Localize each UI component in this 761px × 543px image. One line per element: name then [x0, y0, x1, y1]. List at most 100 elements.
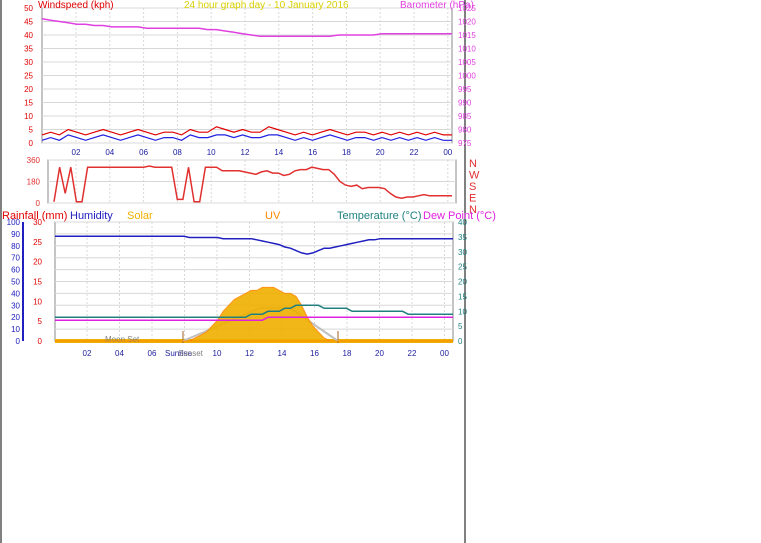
moon-set-label: Moon Set — [105, 335, 140, 344]
temperature-tick-label: 15 — [458, 292, 467, 301]
panel3-humidity-ticks: 0 10 20 30 40 50 60 70 80 90 100 — [7, 218, 24, 346]
sunset-label: Sunset — [178, 349, 204, 358]
humidity-tick-label: 10 — [11, 325, 20, 334]
time-tick-label: 20 — [376, 148, 385, 157]
windspeed-tick-label: 40 — [24, 31, 33, 40]
temperature-tick-label: 30 — [458, 248, 467, 257]
windspeed-tick-label: 20 — [24, 85, 33, 94]
barometer-tick-label: 995 — [458, 85, 472, 94]
weather-graph-canvas: Windspeed (kph) 24 hour graph day - 10 J… — [0, 0, 496, 543]
time-tick-label: 10 — [213, 349, 222, 358]
time-tick-label: 18 — [343, 349, 352, 358]
panel-temp-humidity: Rainfall (mm) Humidity Solar UV Temperat… — [2, 210, 496, 358]
barometer-tick-label: 1020 — [458, 18, 476, 27]
humidity-tick-label: 50 — [11, 278, 20, 287]
compass-label: N — [469, 158, 477, 170]
barometer-tick-label: 980 — [458, 126, 472, 135]
panel-wind-direction: 0180360 NWSEN — [27, 156, 480, 216]
panel2-compass-labels: NWSEN — [469, 158, 480, 216]
temperature-label: Temperature (°C) — [337, 210, 421, 222]
time-tick-label: 22 — [410, 148, 419, 157]
time-tick-label: 14 — [274, 148, 283, 157]
temperature-tick-label: 25 — [458, 263, 467, 272]
windspeed-tick-label: 30 — [24, 58, 33, 67]
temperature-tick-label: 20 — [458, 278, 467, 287]
humidity-label: Humidity — [70, 210, 113, 222]
humidity-tick-label: 60 — [11, 266, 20, 275]
time-tick-label: 12 — [245, 349, 254, 358]
humidity-tick-label: 80 — [11, 242, 20, 251]
panel3-rainfall-ticks: 0 5 10 15 20 25 30 — [33, 218, 42, 346]
barometer-tick-label: 1025 — [458, 4, 476, 13]
windspeed-tick-label: 35 — [24, 45, 33, 54]
direction-tick-label: 360 — [27, 156, 41, 165]
rainfall-tick-label: 5 — [38, 317, 43, 326]
time-tick-label: 16 — [308, 148, 317, 157]
rainfall-tick-label: 20 — [33, 258, 42, 267]
time-tick-label: 20 — [375, 349, 384, 358]
temperature-tick-label: 35 — [458, 233, 467, 242]
time-tick-label: 06 — [139, 148, 148, 157]
windspeed-tick-label: 15 — [24, 99, 33, 108]
barometer-tick-label: 1015 — [458, 31, 476, 40]
time-tick-label: 18 — [342, 148, 351, 157]
barometer-tick-label: 1005 — [458, 58, 476, 67]
barometer-tick-label: 975 — [458, 139, 472, 148]
panel1-barometer-ticks: 975 980 985 990 995 1000 1005 1010 1015 1020 1025 — [458, 4, 476, 148]
barometer-tick-label: 985 — [458, 112, 472, 121]
humidity-tick-label: 40 — [11, 289, 20, 298]
direction-tick-label: 0 — [36, 199, 41, 208]
time-tick-label: 08 — [173, 148, 182, 157]
compass-label: S — [469, 181, 476, 193]
uv-label: UV — [265, 210, 281, 222]
windspeed-tick-label: 10 — [24, 112, 33, 121]
time-tick-label: 00 — [443, 148, 452, 157]
time-tick-label: 00 — [440, 349, 449, 358]
rainfall-tick-label: 25 — [33, 238, 42, 247]
rainfall-tick-label: 10 — [33, 297, 42, 306]
compass-label: W — [469, 170, 480, 182]
panel-wind-baro: Windspeed (kph) 24 hour graph day - 10 J… — [24, 0, 476, 157]
panel3-temperature-ticks: 0 5 10 15 20 25 30 35 40 — [458, 218, 467, 346]
time-tick-label: 16 — [310, 349, 319, 358]
solar-label: Solar — [127, 210, 153, 222]
rainfall-tick-label: 0 — [38, 337, 43, 346]
humidity-tick-label: 100 — [7, 218, 21, 227]
windspeed-tick-label: 25 — [24, 72, 33, 81]
windspeed-axis-label: Windspeed (kph) — [38, 0, 114, 11]
humidity-tick-label: 20 — [11, 313, 20, 322]
panel2-direction-ticks: 0 180 360 — [27, 156, 41, 208]
rainfall-tick-label: 15 — [33, 278, 42, 287]
temperature-tick-label: 5 — [458, 322, 463, 331]
barometer-tick-label: 1000 — [458, 72, 476, 81]
panel3-time-ticks: 02 04 06 10 12 14 16 18 20 22 00 — [83, 349, 450, 358]
windspeed-tick-label: 45 — [24, 18, 33, 27]
barometer-tick-label: 1010 — [458, 45, 476, 54]
time-tick-label: 12 — [241, 148, 250, 157]
time-tick-label: 02 — [83, 349, 92, 358]
panel1-time-ticks: 02 04 06 08 10 12 14 16 18 20 22 00 — [72, 148, 453, 157]
temperature-tick-label: 0 — [458, 337, 463, 346]
temperature-tick-label: 40 — [458, 218, 467, 227]
rainfall-tick-label: 30 — [33, 218, 42, 227]
chart-title: 24 hour graph day - 10 January 2016 — [184, 0, 349, 11]
time-tick-label: 06 — [148, 349, 157, 358]
windspeed-tick-label: 0 — [29, 139, 34, 148]
time-tick-label: 04 — [115, 349, 124, 358]
humidity-tick-label: 70 — [11, 254, 20, 263]
compass-label: E — [469, 193, 476, 205]
temperature-tick-label: 10 — [458, 307, 467, 316]
windspeed-tick-label: 5 — [29, 126, 34, 135]
humidity-tick-label: 30 — [11, 301, 20, 310]
humidity-tick-label: 90 — [11, 230, 20, 239]
time-tick-label: 10 — [207, 148, 216, 157]
barometer-tick-label: 990 — [458, 99, 472, 108]
humidity-tick-label: 0 — [16, 337, 21, 346]
time-tick-label: 22 — [408, 349, 417, 358]
time-tick-label: 02 — [72, 148, 81, 157]
direction-tick-label: 180 — [27, 178, 41, 187]
windspeed-tick-label: 50 — [24, 4, 33, 13]
panel1-windspeed-ticks: 0 5 10 15 20 25 30 35 40 45 50 — [24, 4, 33, 148]
time-tick-label: 04 — [105, 148, 114, 157]
time-tick-label: 14 — [278, 349, 287, 358]
